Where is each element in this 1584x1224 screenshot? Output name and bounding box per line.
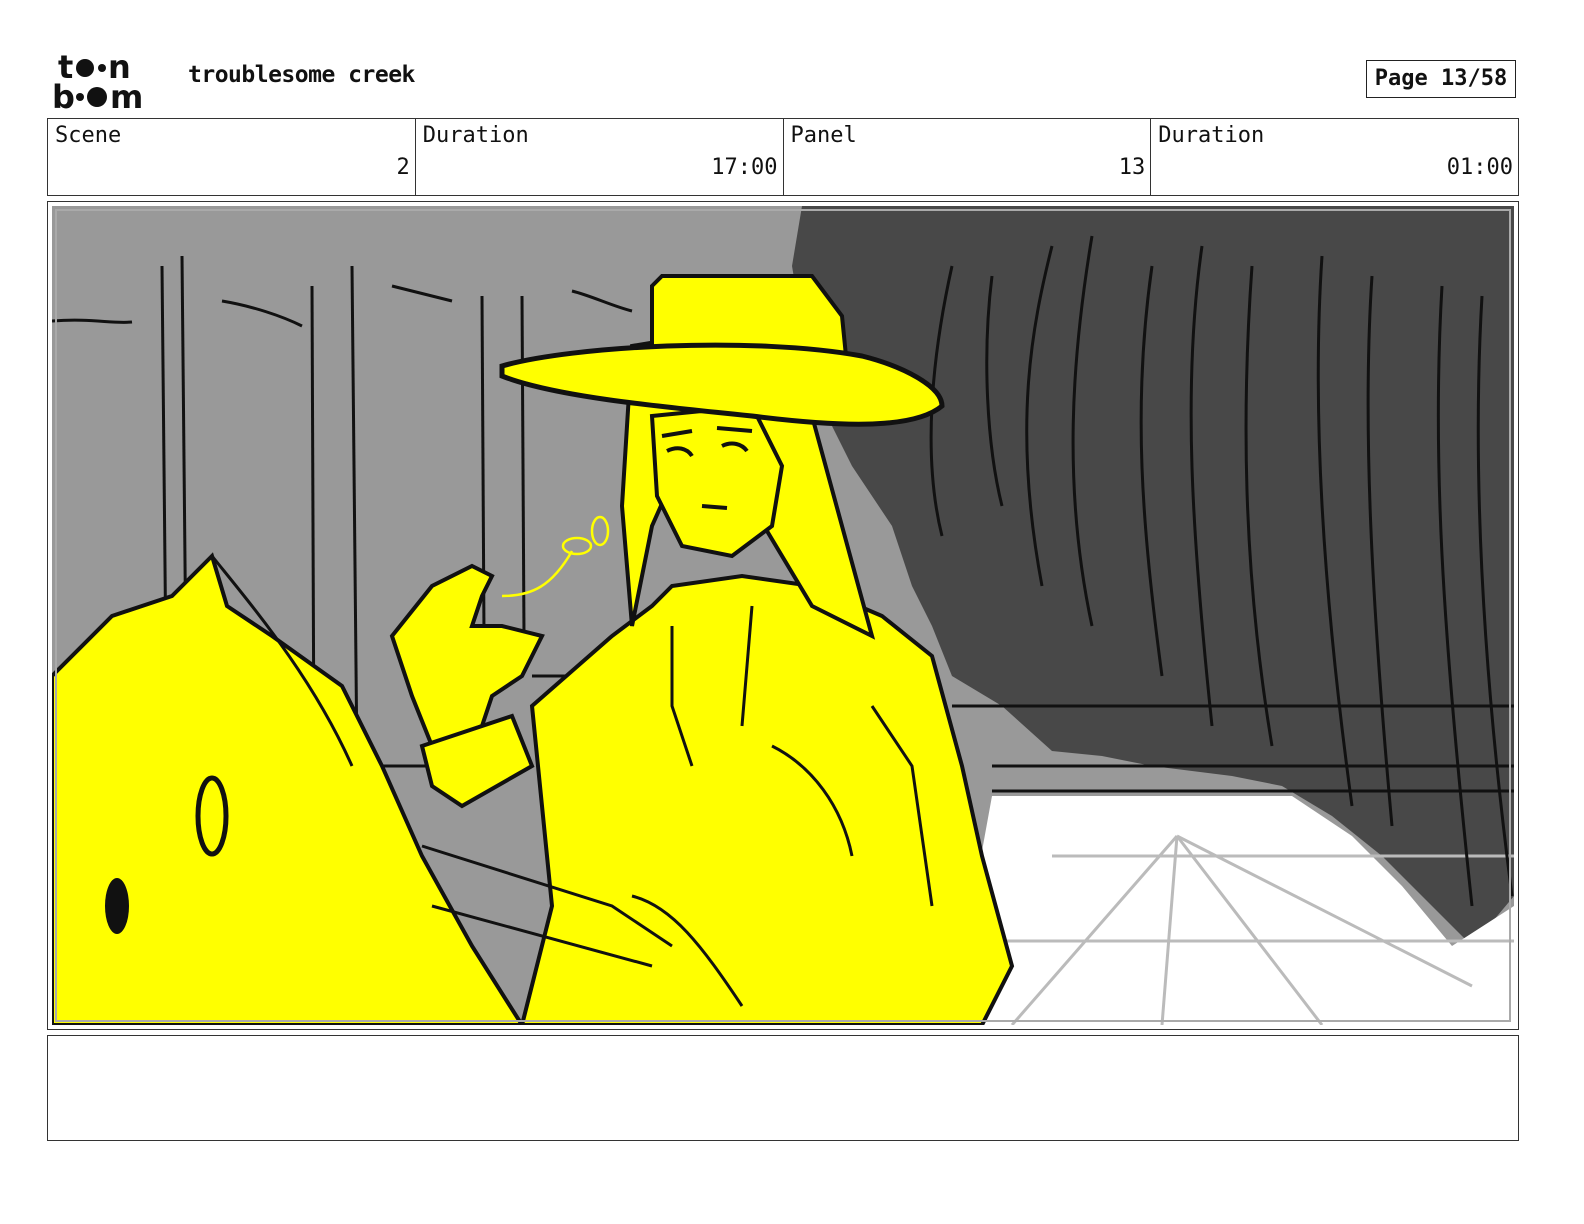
scene-cell: Scene 2 [48, 119, 416, 195]
horse-nostril [105, 878, 129, 934]
project-title: troublesome creek [188, 62, 415, 88]
panel-duration-cell: Duration 01:00 [1151, 119, 1518, 195]
scene-duration-value: 17:00 [711, 155, 778, 180]
svg-text:b: b [52, 78, 75, 112]
panel-drawing [52, 206, 1514, 1025]
scene-label: Scene [55, 123, 122, 148]
page-number: Page 13/58 [1366, 60, 1516, 98]
info-table: Scene 2 Duration 17:00 Panel 13 Duration… [47, 118, 1519, 196]
toon-boom-logo: t n b m [52, 50, 143, 112]
panel-value: 13 [1118, 155, 1146, 180]
panel-duration-label: Duration [1158, 123, 1265, 148]
scene-duration-cell: Duration 17:00 [416, 119, 784, 195]
panel-cell: Panel 13 [784, 119, 1152, 195]
panel-notes [47, 1035, 1519, 1141]
panel-duration-value: 01:00 [1446, 155, 1513, 180]
scene-value: 2 [396, 155, 410, 180]
scene-duration-label: Duration [422, 123, 529, 148]
storyboard-panel [47, 201, 1519, 1030]
panel-label: Panel [790, 123, 857, 148]
svg-text:m: m [110, 78, 143, 112]
